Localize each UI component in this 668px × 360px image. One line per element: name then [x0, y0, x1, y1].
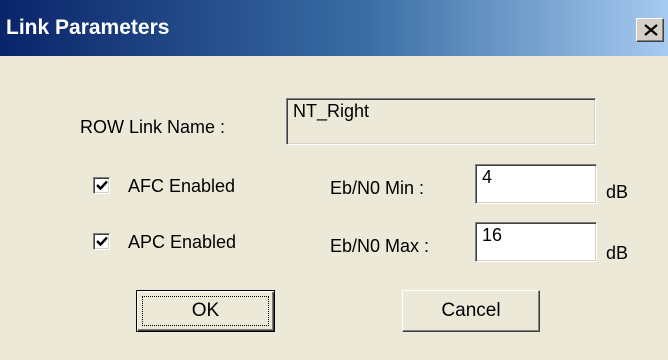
- ebno-max-value: 16: [482, 225, 503, 245]
- title-bar[interactable]: Link Parameters: [0, 0, 668, 56]
- ok-button-label: OK: [191, 300, 220, 321]
- afc-enabled-checkbox[interactable]: [93, 177, 110, 194]
- close-icon: [644, 24, 658, 36]
- row-link-name-field: NT_Right: [286, 98, 596, 145]
- ebno-min-unit: dB: [606, 182, 629, 202]
- cancel-button-label: Cancel: [441, 300, 501, 321]
- link-parameters-dialog: Link Parameters ROW Link Name : NT_Right…: [0, 0, 668, 360]
- ebno-min-value: 4: [482, 167, 493, 187]
- checkmark-icon: [96, 236, 108, 247]
- ebno-min-input[interactable]: 4: [475, 164, 597, 204]
- window-title: Link Parameters: [6, 16, 170, 39]
- ebno-max-input[interactable]: 16: [475, 222, 597, 262]
- ebno-max-label: Eb/N0 Max :: [330, 236, 430, 256]
- ebno-max-unit: dB: [606, 243, 629, 263]
- apc-enabled-label[interactable]: APC Enabled: [128, 232, 236, 253]
- ok-button[interactable]: OK: [136, 290, 275, 332]
- ebno-min-label: Eb/N0 Min :: [330, 178, 425, 198]
- close-button[interactable]: [636, 18, 664, 42]
- row-link-name-value: NT_Right: [293, 101, 370, 121]
- apc-enabled-checkbox[interactable]: [93, 233, 110, 250]
- row-link-name-label: ROW Link Name :: [80, 117, 226, 137]
- afc-enabled-label[interactable]: AFC Enabled: [128, 176, 235, 197]
- cancel-button[interactable]: Cancel: [402, 290, 540, 332]
- checkmark-icon: [96, 180, 108, 191]
